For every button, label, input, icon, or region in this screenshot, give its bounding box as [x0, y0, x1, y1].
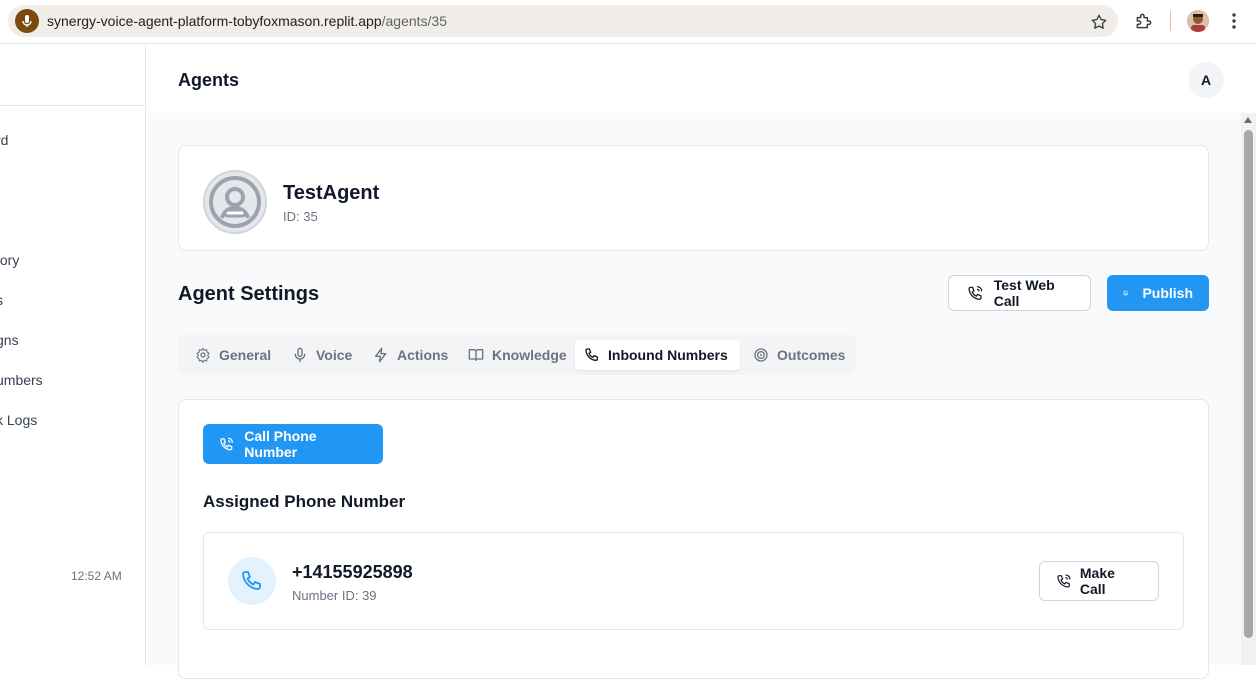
agent-avatar-icon	[203, 170, 267, 234]
save-icon	[1123, 290, 1128, 296]
number-id: Number ID: 39	[292, 588, 377, 603]
toolbar-divider	[1170, 11, 1171, 31]
microphone-icon	[294, 347, 306, 363]
tab-knowledge[interactable]: Knowledge	[459, 340, 576, 370]
app-header: Agents A	[147, 45, 1241, 113]
phone-icon	[228, 557, 276, 605]
test-web-call-label: Test Web Call	[993, 277, 1055, 309]
tab-voice[interactable]: Voice	[283, 340, 361, 370]
browser-toolbar: synergy-voice-agent-platform-tobyfoxmaso…	[0, 0, 1256, 44]
bookmark-star-icon[interactable]	[1089, 12, 1109, 32]
tab-voice-label: Voice	[316, 347, 353, 363]
sidebar-item-dashboard[interactable]: rd	[0, 132, 8, 148]
tab-general-label: General	[219, 347, 272, 363]
call-phone-number-button[interactable]: Call Phone Number	[203, 424, 383, 464]
tab-inbound-numbers[interactable]: Inbound Numbers	[575, 340, 740, 370]
sidebar: rd tory s gns umbers k Logs 12:52 AM	[0, 45, 146, 665]
tab-general[interactable]: General	[186, 340, 280, 370]
url-path: /agents/35	[381, 13, 447, 29]
tab-outcomes-label: Outcomes	[777, 347, 846, 363]
user-avatar[interactable]: A	[1188, 62, 1224, 98]
tab-outcomes[interactable]: Outcomes	[744, 340, 854, 370]
book-icon	[468, 349, 484, 361]
publish-button[interactable]: Publish	[1107, 275, 1209, 311]
assigned-phone-title: Assigned Phone Number	[203, 492, 406, 511]
sidebar-item-agents[interactable]: s	[0, 292, 3, 308]
page-title: Agents	[178, 70, 240, 90]
settings-tabs: General Voice Actions Knowledge Inbound …	[178, 335, 856, 375]
phone-number: +14155925898	[292, 562, 413, 582]
site-microphone-icon[interactable]	[15, 9, 39, 33]
sidebar-time: 12:52 AM	[71, 569, 122, 583]
tab-knowledge-label: Knowledge	[492, 347, 567, 363]
phone-icon	[585, 348, 598, 361]
phone-call-icon	[1057, 574, 1071, 588]
publish-label: Publish	[1142, 285, 1193, 301]
scrollbar-thumb[interactable]	[1244, 130, 1253, 638]
call-phone-number-label: Call Phone Number	[244, 428, 317, 460]
phone-call-icon	[968, 286, 983, 300]
agent-id: ID: 35	[283, 209, 318, 224]
agent-name: TestAgent	[283, 182, 380, 204]
agent-card: TestAgent ID: 35	[178, 145, 1209, 251]
browser-profile-avatar[interactable]	[1187, 10, 1209, 32]
test-web-call-button[interactable]: Test Web Call	[948, 275, 1091, 311]
scroll-up-arrow-icon[interactable]	[1244, 117, 1252, 123]
phone-number-card: +14155925898 Number ID: 39 Make Call	[203, 532, 1184, 630]
lightning-icon	[375, 347, 387, 363]
phone-call-icon	[220, 437, 233, 451]
url-domain: synergy-voice-agent-platform-tobyfoxmaso…	[47, 13, 382, 29]
sidebar-item-numbers[interactable]: umbers	[0, 372, 43, 388]
sidebar-item-campaigns[interactable]: gns	[0, 332, 19, 348]
tab-actions-label: Actions	[397, 347, 449, 363]
make-call-button[interactable]: Make Call	[1039, 561, 1159, 601]
target-icon	[754, 348, 768, 362]
agent-settings-title: Agent Settings	[178, 283, 320, 305]
address-bar[interactable]: synergy-voice-agent-platform-tobyfoxmaso…	[8, 5, 1118, 37]
sidebar-divider	[0, 105, 146, 106]
url-text[interactable]: synergy-voice-agent-platform-tobyfoxmaso…	[47, 13, 447, 29]
browser-menu-icon[interactable]	[1227, 10, 1241, 32]
tab-inbound-numbers-label: Inbound Numbers	[608, 347, 728, 363]
sidebar-item-logs[interactable]: k Logs	[0, 412, 37, 428]
tab-actions[interactable]: Actions	[364, 340, 457, 370]
sidebar-item-history[interactable]: tory	[0, 252, 19, 268]
make-call-label: Make Call	[1079, 565, 1115, 597]
gear-icon	[196, 347, 210, 363]
extensions-puzzle-icon[interactable]	[1133, 10, 1155, 32]
